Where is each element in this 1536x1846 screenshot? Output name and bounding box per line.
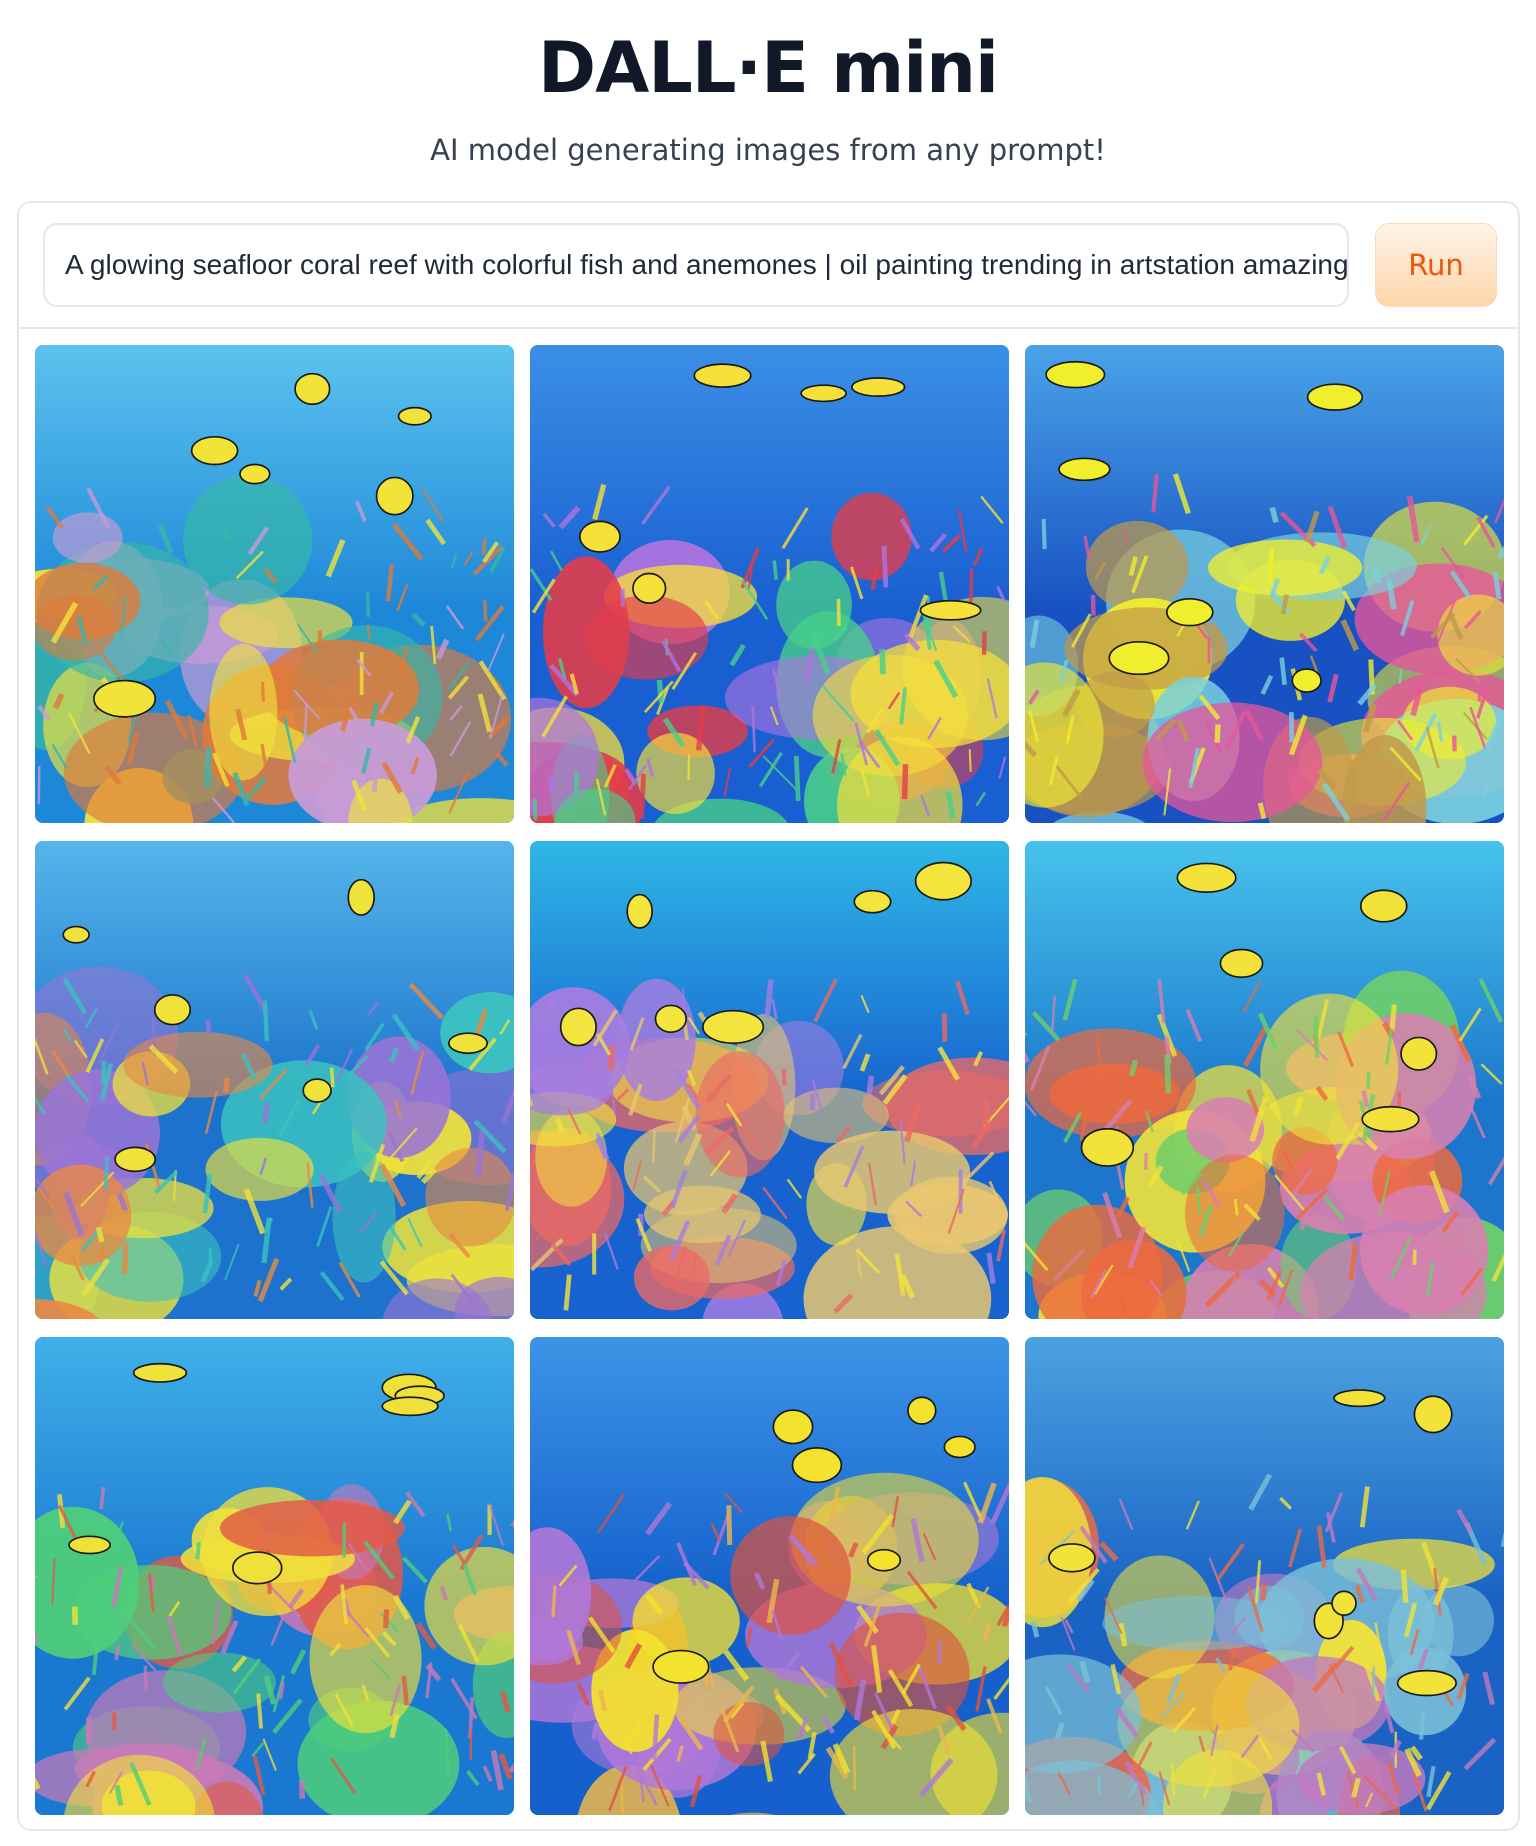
- generated-image-2[interactable]: [530, 345, 1009, 823]
- generation-panel: A glowing seafloor coral reef with color…: [17, 201, 1520, 1831]
- prompt-input[interactable]: A glowing seafloor coral reef with color…: [43, 223, 1349, 307]
- reef-painting: [530, 841, 1009, 1319]
- reef-painting: [35, 841, 514, 1319]
- generated-image-6[interactable]: [1025, 841, 1504, 1319]
- reef-painting: [1025, 1337, 1504, 1815]
- run-button[interactable]: Run: [1375, 223, 1497, 307]
- reef-painting: [1025, 345, 1504, 823]
- image-gallery: [35, 345, 1505, 1819]
- reef-painting: [530, 1337, 1009, 1815]
- generated-image-8[interactable]: [530, 1337, 1009, 1815]
- generated-image-4[interactable]: [35, 841, 514, 1319]
- reef-painting: [1025, 841, 1504, 1319]
- reef-painting: [530, 345, 1009, 823]
- generated-image-9[interactable]: [1025, 1337, 1504, 1815]
- generated-image-3[interactable]: [1025, 345, 1504, 823]
- generated-image-1[interactable]: [35, 345, 514, 823]
- reef-painting: [35, 1337, 514, 1815]
- prompt-row: A glowing seafloor coral reef with color…: [19, 203, 1518, 329]
- generated-image-5[interactable]: [530, 841, 1009, 1319]
- page-title: DALL·E mini: [537, 27, 999, 109]
- generated-image-7[interactable]: [35, 1337, 514, 1815]
- dalle-mini-page: DALL·E mini AI model generating images f…: [0, 0, 1536, 1846]
- reef-painting: [35, 345, 514, 823]
- page-subtitle: AI model generating images from any prom…: [430, 133, 1106, 167]
